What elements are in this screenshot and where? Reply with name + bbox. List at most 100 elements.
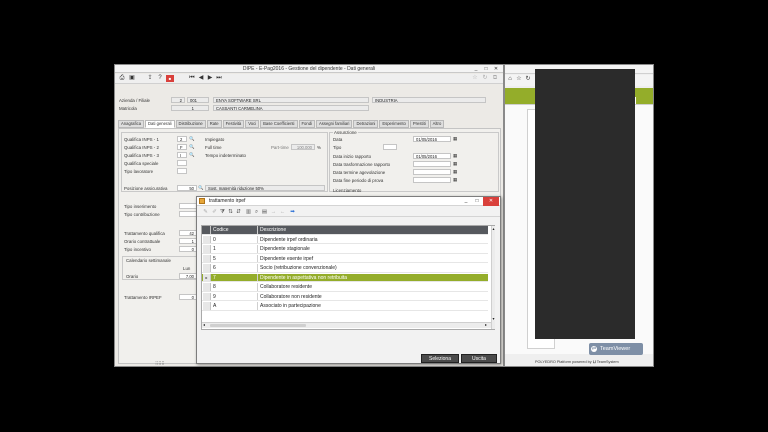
matricola-field[interactable]: 1 [171, 105, 209, 111]
minimize-button[interactable]: _ [471, 65, 481, 73]
star-icon[interactable]: ☆ [471, 75, 479, 82]
sort-desc-icon[interactable]: ⇵ [235, 208, 242, 216]
copy-icon[interactable]: ⧉ [491, 75, 499, 82]
table-row[interactable]: 1 Dipendente stagionale [202, 245, 488, 254]
tab-prestiti[interactable]: Prestiti [409, 120, 429, 128]
table-row[interactable]: ▸ 7 Dipendente in aspettativa non retribui… [202, 273, 488, 283]
magnifier-icon[interactable]: 🔍 [189, 144, 194, 150]
calendar-icon[interactable]: ▦ [453, 153, 457, 159]
magnifier-icon[interactable]: 🔍 [189, 152, 194, 158]
calendar-icon[interactable]: ▦ [453, 136, 457, 142]
horizontal-scrollbar[interactable]: ◂ ▸ [202, 322, 491, 328]
row-selector[interactable] [203, 283, 211, 291]
calendar-icon[interactable]: ▦ [453, 161, 457, 167]
scroll-thumb[interactable] [210, 324, 306, 327]
vertical-scrollbar[interactable]: ▴ ▾ [491, 226, 495, 329]
column-header-codice[interactable]: Codice [212, 226, 258, 234]
scroll-down-icon[interactable]: ▾ [492, 316, 495, 322]
orario-field[interactable]: 7.00 [179, 273, 197, 279]
calendar-icon[interactable]: ▦ [453, 169, 457, 175]
scroll-right-icon[interactable]: ▸ [485, 322, 487, 327]
table-row[interactable]: 8 Collaboratore residente [202, 283, 488, 292]
arrow-right-icon[interactable]: → [270, 208, 277, 216]
star-icon[interactable]: ☆ [515, 76, 523, 83]
dialog-close-button[interactable]: ✕ [483, 197, 499, 206]
table-row[interactable]: A Associato in partecipazione [202, 302, 488, 311]
search-icon[interactable]: ⌕ [253, 208, 260, 216]
first-icon[interactable]: ⏮ [188, 75, 196, 82]
pdf-icon[interactable]: ■ [166, 75, 174, 82]
tab-fondi[interactable]: Fondi [298, 120, 315, 128]
row-selector[interactable] [203, 254, 211, 263]
seleziona-button[interactable]: Seleziona [421, 354, 459, 363]
tipo-contribuzione-field[interactable] [179, 211, 197, 217]
data-field[interactable]: 01/05/2016 [413, 136, 451, 142]
pencil-icon[interactable]: ✐ [211, 208, 218, 216]
data-inizio-field[interactable]: 01/05/2016 [413, 153, 451, 159]
prev-icon[interactable]: ◀ [197, 75, 205, 82]
scroll-up-icon[interactable]: ▴ [492, 226, 495, 232]
dialog-maximize-button[interactable]: □ [472, 197, 482, 206]
last-icon[interactable]: ⏭ [215, 75, 223, 82]
next-icon[interactable]: ▶ [206, 75, 214, 82]
tab-detrazioni[interactable]: Detrazioni [353, 120, 379, 128]
columns-icon[interactable]: ▥ [245, 208, 252, 216]
tipo-field[interactable] [383, 144, 397, 150]
filter-icon[interactable]: ⧩ [219, 208, 226, 216]
refresh-icon[interactable]: ↻ [481, 75, 489, 82]
tab-festivita[interactable]: Festività [222, 120, 245, 128]
tab-distribuzione[interactable]: Distribuzione [175, 120, 206, 128]
grid-icon[interactable]: ▤ [261, 208, 268, 216]
dialog-minimize-button[interactable]: _ [461, 197, 471, 206]
close-button[interactable]: ✕ [491, 65, 501, 73]
tab-rate[interactable]: Rate [206, 120, 222, 128]
row-selector[interactable] [203, 302, 211, 310]
qualifica3-field[interactable]: I [177, 152, 187, 158]
calendar-icon[interactable]: ▦ [453, 177, 457, 183]
tab-assegni-familiari[interactable]: Assegni familiari [315, 120, 353, 128]
filiale-code-field[interactable]: 001 [187, 97, 209, 103]
tab-voci[interactable]: Voci [245, 120, 260, 128]
table-row[interactable]: 0 Dipendente irpef ordinaria [202, 235, 488, 245]
row-selector[interactable] [203, 292, 211, 301]
qualifica1-field[interactable]: 2 [177, 136, 187, 142]
table-row[interactable]: 6 Socio (retribuzione convenzionale) [202, 264, 488, 273]
row-selector[interactable]: ▸ [203, 273, 211, 282]
sort-asc-icon[interactable]: ⇅ [227, 208, 234, 216]
posizione-field[interactable]: 50 [177, 185, 197, 191]
save-icon[interactable]: ▣ [128, 75, 136, 82]
tipo-lavoratore-field[interactable] [177, 168, 187, 174]
table-row[interactable]: 9 Collaboratore non residente [202, 292, 488, 302]
tab-base-coefficienti[interactable]: Base Coefficienti [260, 120, 298, 128]
row-selector[interactable] [203, 264, 211, 272]
data-fine-field[interactable] [413, 177, 451, 183]
tipo-incentivo-field[interactable]: 0 [179, 246, 197, 252]
azienda-code-field[interactable]: 2 [171, 97, 185, 103]
teamviewer-button[interactable]: ⇄ TeamViewer [589, 343, 643, 355]
tipo-inserimento-field[interactable] [179, 203, 197, 209]
printer-icon[interactable]: ⎙ [118, 75, 126, 82]
data-trasformazione-field[interactable] [413, 161, 451, 167]
magnifier-icon[interactable]: 🔍 [198, 185, 203, 191]
qualifica2-field[interactable]: F [177, 144, 187, 150]
refresh-icon[interactable]: ↻ [524, 76, 532, 83]
row-selector[interactable] [203, 235, 211, 244]
trattamento-irpef-field[interactable]: 0 [179, 294, 197, 300]
column-header-descrizione[interactable]: Descrizione [259, 226, 286, 235]
trattamento-qualifica-field[interactable]: 42 [179, 230, 197, 236]
magnifier-icon[interactable]: 🔍 [189, 136, 194, 142]
help-icon[interactable]: ? [156, 75, 164, 82]
home-icon[interactable]: ⌂ [506, 76, 514, 83]
tab-esperimento[interactable]: Esperimento [379, 120, 409, 128]
upload-icon[interactable]: ⇪ [146, 75, 154, 82]
tab-altro[interactable]: Altro [429, 120, 445, 128]
tab-anagrafica[interactable]: Anagrafica [118, 120, 145, 128]
scroll-left-icon[interactable]: ◂ [203, 322, 205, 327]
uscita-button[interactable]: Uscita [461, 354, 497, 363]
orario-contrattuale-field[interactable]: 1 [179, 238, 197, 244]
data-termine-field[interactable] [413, 169, 451, 175]
go-icon[interactable]: ➡ [289, 208, 296, 216]
arrow-left-icon[interactable]: ← [279, 208, 286, 216]
parttime-field[interactable]: 100.000 [291, 144, 315, 150]
tab-dati-generali[interactable]: Dati generali [145, 120, 175, 128]
